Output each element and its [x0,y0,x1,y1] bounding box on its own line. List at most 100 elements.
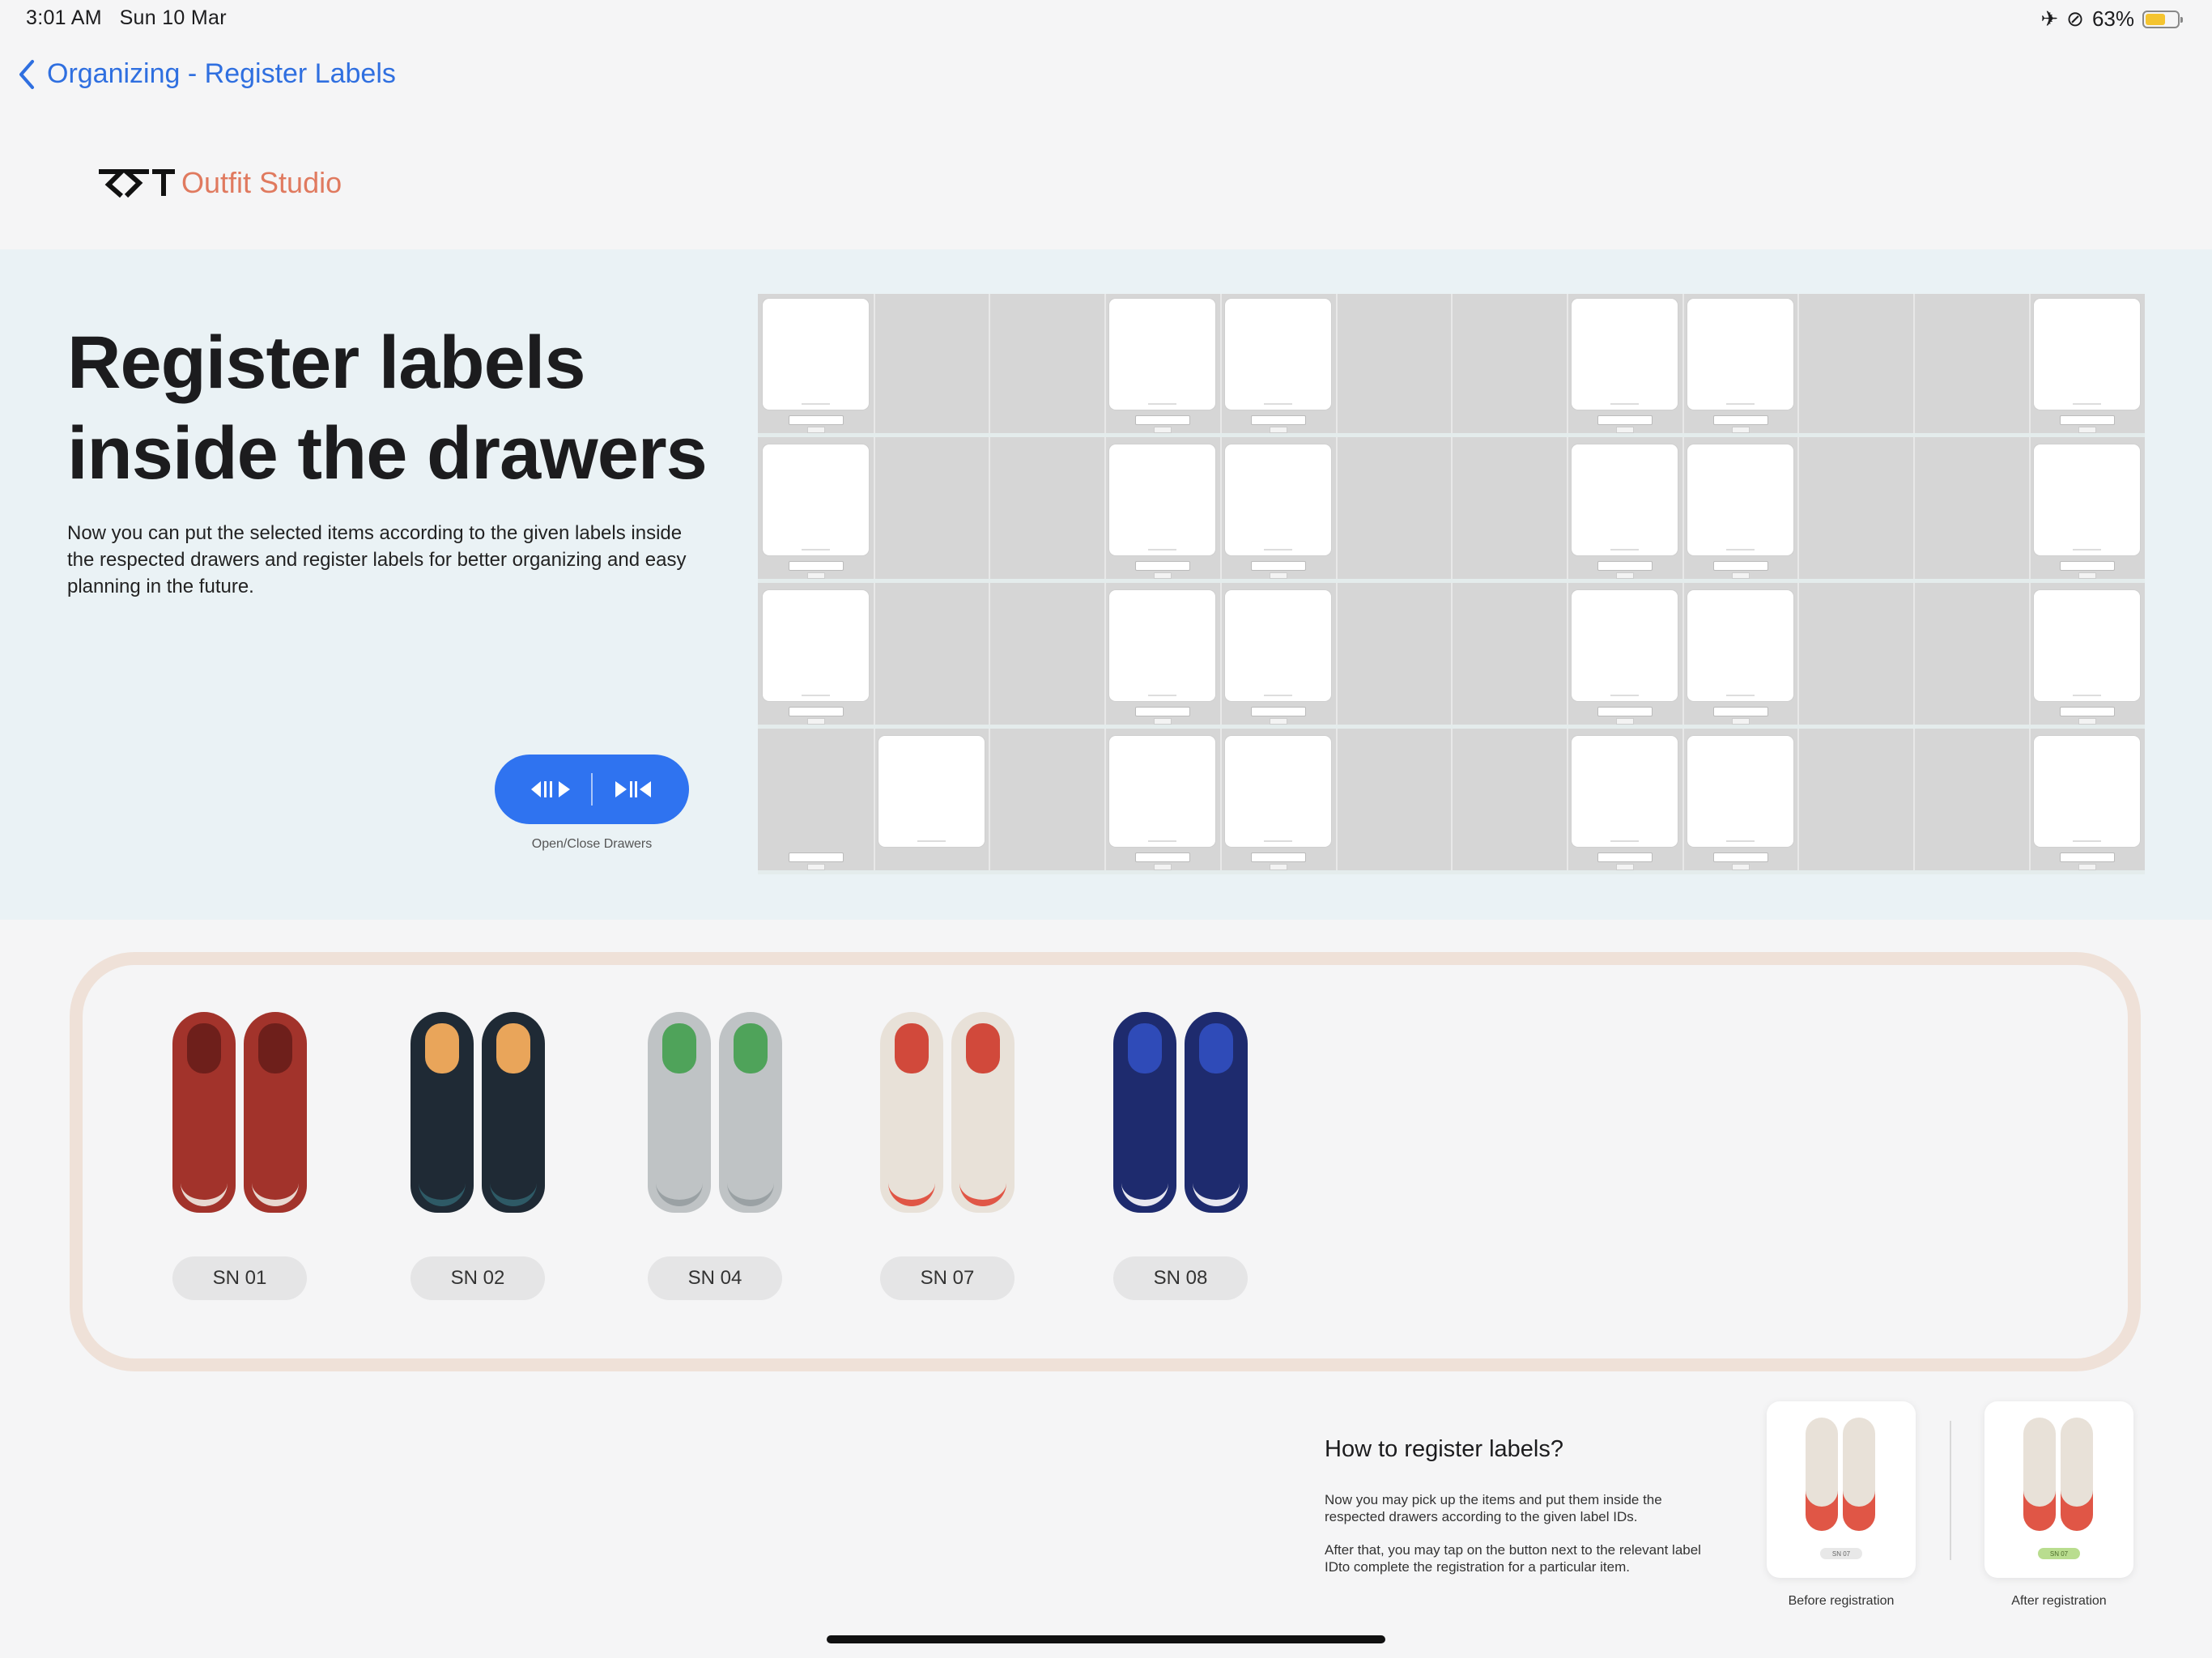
register-label-button[interactable] [807,572,825,579]
item-card[interactable]: SN 08 [1100,1012,1261,1300]
drawer-item-slot[interactable] [1571,444,1678,555]
register-label-button[interactable] [1154,864,1172,870]
cabinet-divider [1913,294,1915,874]
back-button[interactable]: Organizing - Register Labels [18,58,396,90]
shoe-image [866,1012,1028,1222]
item-label-chip[interactable]: SN 08 [1113,1256,1248,1300]
drawer-item-slot[interactable] [878,736,985,847]
drawer-label-id[interactable] [789,852,844,862]
register-label-button[interactable] [1731,427,1750,433]
status-indicators: ✈ ⊘ 63% [2040,6,2183,32]
open-close-drawers-button[interactable] [495,755,689,824]
register-label-button[interactable] [807,864,825,870]
drawer-label-id[interactable] [789,561,844,571]
drawer-item-slot[interactable] [2033,590,2140,701]
item-card[interactable]: SN 02 [397,1012,559,1300]
drawer-item-slot[interactable] [1687,590,1793,701]
register-label-button[interactable] [2078,864,2096,870]
item-card[interactable]: SN 04 [634,1012,796,1300]
register-label-button[interactable] [1269,864,1287,870]
cabinet-divider [1682,294,1684,874]
brand-mark-icon [99,169,175,198]
drawer-item-slot[interactable] [1224,736,1331,847]
register-label-button[interactable] [1154,427,1172,433]
drawer-item-slot[interactable] [1571,299,1678,410]
item-label-chip[interactable]: SN 07 [880,1256,1015,1300]
drawer-item-slot[interactable] [2033,736,2140,847]
item-label-chip[interactable]: SN 04 [648,1256,782,1300]
drawer-label-id[interactable] [1597,415,1653,425]
drawer-label-id[interactable] [1712,852,1768,862]
drawer-label-id[interactable] [1250,415,1306,425]
drawer-label-id[interactable] [1135,415,1191,425]
register-label-button[interactable] [1615,718,1634,725]
drawer-label-id[interactable] [1712,561,1768,571]
drawer-label-id[interactable] [2059,707,2115,716]
drawer-item-slot[interactable] [1109,299,1216,410]
home-indicator [827,1635,1385,1643]
register-label-button[interactable] [1154,718,1172,725]
register-label-button[interactable] [807,718,825,725]
divider [1950,1421,1951,1560]
drawer-item-slot[interactable] [1224,590,1331,701]
drawer-label-id[interactable] [2059,561,2115,571]
register-label-button[interactable] [1269,572,1287,579]
drawer-item-slot[interactable] [1571,590,1678,701]
register-label-button[interactable] [1154,572,1172,579]
drawer-item-slot[interactable] [1109,736,1216,847]
register-label-button[interactable] [1731,864,1750,870]
drawer-item-slot[interactable] [1687,444,1793,555]
drawer-label-id[interactable] [1712,415,1768,425]
drawer-item-slot[interactable] [2033,444,2140,555]
cabinet-divider [1566,294,1568,874]
cabinet-divider [989,294,991,874]
drawer-label-id[interactable] [1135,852,1191,862]
item-card[interactable]: SN 01 [159,1012,321,1300]
register-label-button[interactable] [2078,427,2096,433]
drawer-item-slot[interactable] [2033,299,2140,410]
drawer-item-slot[interactable] [1109,444,1216,555]
page-title: Register labels inside the drawers [67,321,708,495]
drawer-item-slot[interactable] [763,299,869,410]
item-card[interactable]: SN 07 [866,1012,1028,1300]
register-label-button[interactable] [1731,718,1750,725]
drawer-label-id[interactable] [1712,707,1768,716]
drawer-item-slot[interactable] [1109,590,1216,701]
drawer-item-slot[interactable] [1224,299,1331,410]
item-label-chip[interactable]: SN 02 [410,1256,545,1300]
shoe-image [634,1012,796,1222]
drawer-item-slot[interactable] [1571,736,1678,847]
register-label-button[interactable] [1269,427,1287,433]
drawer-item-slot[interactable] [1224,444,1331,555]
cabinet-shelf [758,579,2145,583]
drawer-label-id[interactable] [1250,852,1306,862]
drawer-label-id[interactable] [789,415,844,425]
register-label-button[interactable] [1615,427,1634,433]
drawer-label-id[interactable] [1250,561,1306,571]
register-label-button[interactable] [1615,864,1634,870]
item-label-chip[interactable]: SN 01 [172,1256,307,1300]
shoe-image [397,1012,559,1222]
drawer-item-slot[interactable] [1687,736,1793,847]
drawer-label-id[interactable] [1135,707,1191,716]
drawer-label-id[interactable] [1597,852,1653,862]
cabinet-shelf [758,433,2145,437]
registered-tag: SN 07 [2038,1548,2080,1559]
drawer-item-slot[interactable] [1687,299,1793,410]
drawer-label-id[interactable] [1135,561,1191,571]
battery-percent: 63% [2091,6,2134,31]
drawer-label-id[interactable] [1597,561,1653,571]
drawer-label-id[interactable] [2059,415,2115,425]
drawer-item-slot[interactable] [763,590,869,701]
register-label-button[interactable] [1731,572,1750,579]
register-label-button[interactable] [2078,718,2096,725]
drawer-item-slot[interactable] [763,444,869,555]
register-label-button[interactable] [1269,718,1287,725]
drawer-label-id[interactable] [1250,707,1306,716]
register-label-button[interactable] [807,427,825,433]
register-label-button[interactable] [2078,572,2096,579]
drawer-label-id[interactable] [789,707,844,716]
drawer-label-id[interactable] [1597,707,1653,716]
register-label-button[interactable] [1615,572,1634,579]
drawer-label-id[interactable] [2059,852,2115,862]
